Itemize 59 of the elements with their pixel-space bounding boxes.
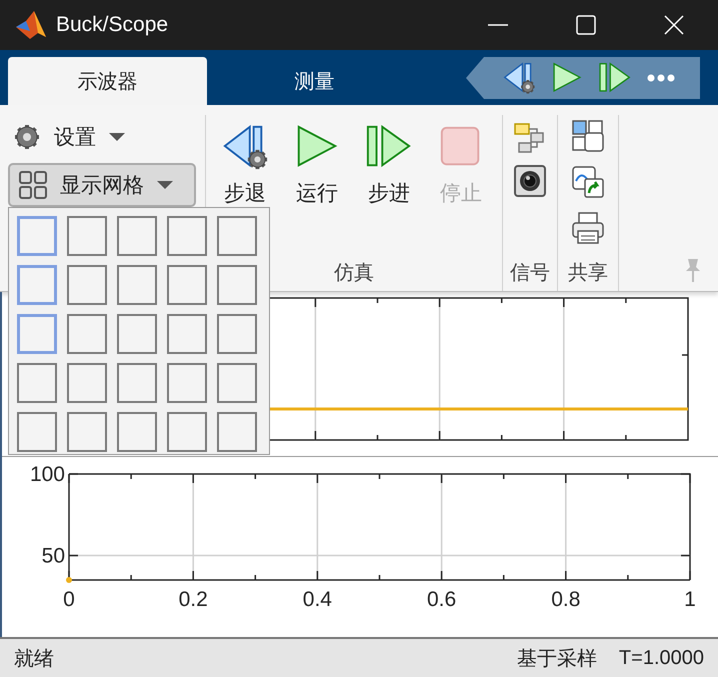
grid-icon [18, 170, 48, 200]
tab[interactable]: 测量 [215, 57, 414, 105]
grid-cell[interactable] [117, 265, 157, 305]
copy-share-icon[interactable] [571, 165, 605, 199]
tick-label: 0.4 [302, 588, 332, 611]
window-title: Buck/Scope [56, 13, 170, 37]
grid-cell[interactable] [167, 412, 207, 452]
tick-label: 1 [684, 588, 696, 611]
section-title: 共享 [568, 261, 608, 286]
grid-cell[interactable] [167, 216, 207, 256]
grid-cell[interactable] [67, 265, 107, 305]
caret-icon [156, 180, 174, 190]
tick-label: 100 [30, 463, 65, 486]
caret-icon[interactable] [108, 132, 126, 142]
toolbar-button[interactable]: 步进 [362, 115, 416, 255]
grid-cell[interactable] [167, 314, 207, 354]
app-logo-icon [14, 9, 48, 41]
status-text: 基于采样 [516, 647, 597, 672]
tick-label: 50 [42, 544, 65, 568]
grid-cell[interactable] [67, 363, 107, 403]
grid-cell[interactable] [17, 412, 57, 452]
grid-cell[interactable] [217, 216, 257, 256]
section-title: 仿真 [334, 261, 374, 286]
grid-cell[interactable] [117, 216, 157, 256]
settings-label[interactable]: 设置 [54, 123, 96, 151]
step-back-icon[interactable] [502, 61, 536, 95]
grid-cell[interactable] [67, 314, 107, 354]
grid-cell[interactable] [117, 363, 157, 403]
grid-cell[interactable] [217, 265, 257, 305]
grid-cell[interactable] [217, 412, 257, 452]
grid-cell[interactable] [17, 216, 57, 256]
section-title: 信号 [510, 261, 550, 286]
grid-cell[interactable] [17, 314, 57, 354]
gear-icon[interactable] [12, 122, 42, 152]
grid-cell[interactable] [167, 265, 207, 305]
status-text: 就绪 [14, 648, 54, 670]
grid-cell[interactable] [67, 216, 107, 256]
grid-cell[interactable] [217, 314, 257, 354]
layout-dropdown-button[interactable]: 显示网格 [8, 163, 196, 207]
step-forward-icon[interactable] [598, 61, 632, 95]
grid-cell[interactable] [167, 363, 207, 403]
camera-icon[interactable] [514, 165, 546, 197]
status-text: T=1.0000 [618, 647, 704, 670]
grid-cell[interactable] [17, 363, 57, 403]
tick-label: 0.2 [178, 588, 208, 611]
grid-cell[interactable] [217, 363, 257, 403]
grid-cell[interactable] [67, 412, 107, 452]
printer-icon[interactable] [571, 211, 605, 245]
more-icon[interactable] [646, 73, 676, 83]
grid-cell[interactable] [17, 265, 57, 305]
grid-cell[interactable] [117, 314, 157, 354]
grid-cell[interactable] [117, 412, 157, 452]
toolbar-button[interactable]: 运行 [290, 115, 344, 255]
tick-label: 0.6 [427, 588, 456, 611]
tab[interactable]: 示波器 [8, 57, 207, 105]
step-back-icon [221, 123, 269, 171]
tick-label: 0 [63, 588, 75, 611]
window-layout-icon[interactable] [571, 119, 605, 153]
tick-label: 0.8 [551, 588, 580, 611]
